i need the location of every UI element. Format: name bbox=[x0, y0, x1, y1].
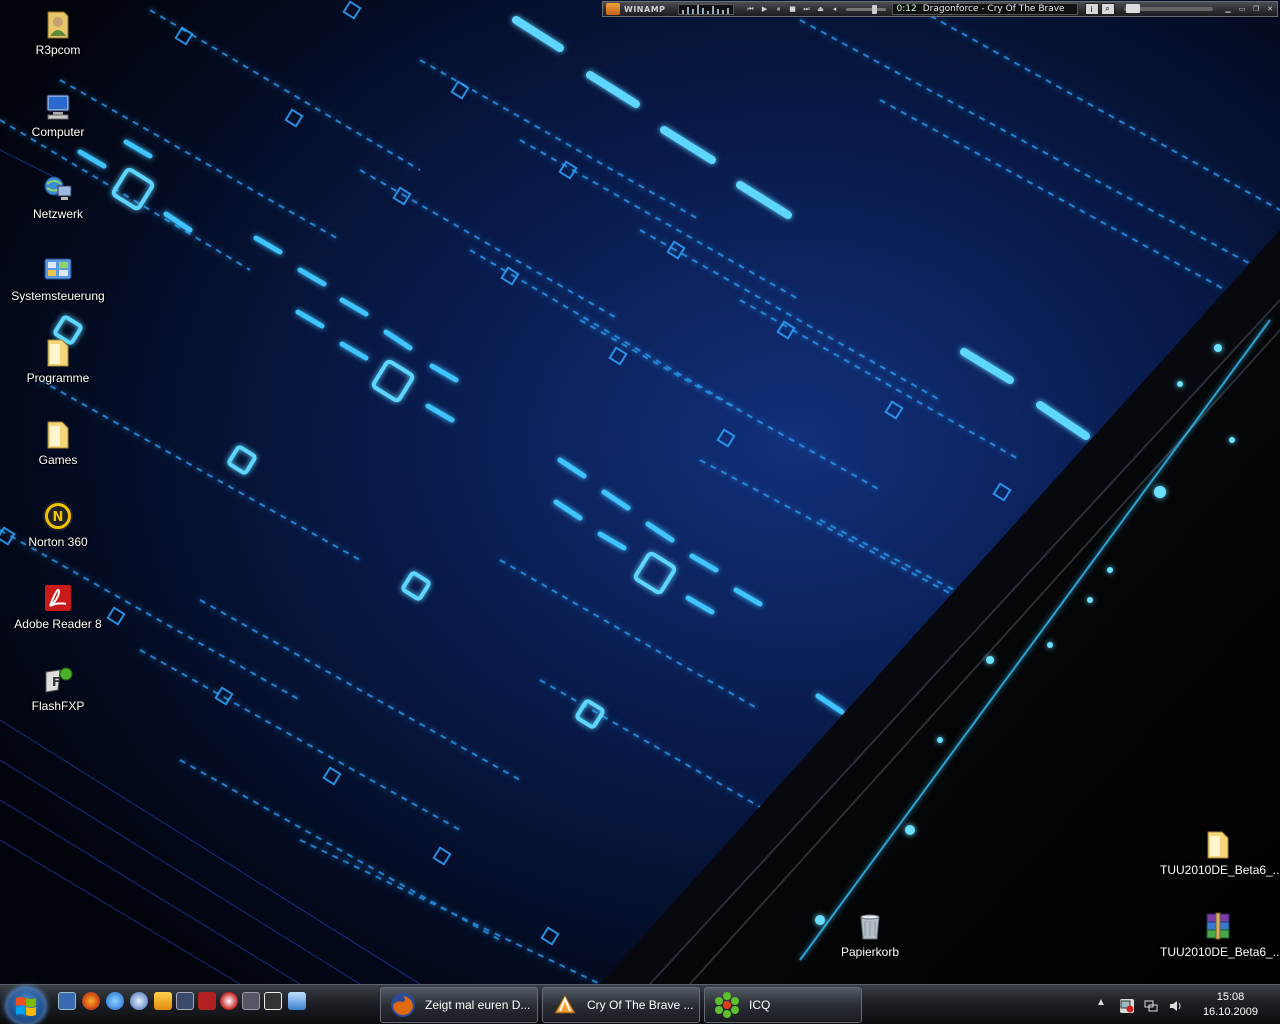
folder-icon bbox=[47, 421, 69, 449]
winamp-window[interactable]: WINAMP ⏮ ▶ ⏸ ■ ⏭ ⏏ ◂ 0:12 Dragonforce - … bbox=[602, 1, 1278, 17]
winamp-icon bbox=[554, 993, 576, 1014]
winrar-archive-icon bbox=[1206, 912, 1230, 940]
winamp-track-display: 0:12 Dragonforce - Cry Of The Brave bbox=[891, 3, 1078, 15]
shade-icon[interactable]: ▭ bbox=[1236, 4, 1248, 15]
winamp-title: WINAMP bbox=[624, 4, 666, 14]
windows-media-icon[interactable] bbox=[130, 992, 148, 1010]
eject-icon[interactable]: ⏏ bbox=[815, 4, 827, 15]
winamp-logo-icon bbox=[606, 3, 620, 15]
desktop-icon-control-panel[interactable]: Systemsteuerung bbox=[10, 254, 106, 303]
headphones-icon[interactable] bbox=[176, 992, 194, 1010]
folder-icon bbox=[1207, 831, 1229, 859]
task-label: ICQ bbox=[749, 998, 771, 1012]
user-folder-icon bbox=[47, 11, 69, 39]
track-time: 0:12 bbox=[896, 4, 917, 14]
restore-icon[interactable]: ❐ bbox=[1250, 4, 1262, 15]
pen-tool-icon[interactable] bbox=[242, 992, 260, 1010]
paint-icon[interactable] bbox=[288, 992, 306, 1010]
recycle-bin-icon bbox=[860, 914, 880, 940]
flashfxp-icon: F bbox=[45, 667, 73, 693]
taskbar: Zeigt mal euren D... Cry Of The Brave ..… bbox=[0, 984, 1280, 1024]
desktop-icon-tuu2010-folder[interactable]: TUU2010DE_Beta6_... bbox=[1160, 828, 1280, 877]
desktop-icon-r3pcom[interactable]: R3pcom bbox=[10, 8, 106, 57]
winamp-visualizer[interactable] bbox=[677, 3, 734, 15]
seek-bar[interactable] bbox=[1123, 4, 1213, 13]
desktop-icon-norton-360[interactable]: N Norton 360 bbox=[10, 500, 106, 549]
task-label: Cry Of The Brave ... bbox=[587, 998, 694, 1012]
volume-icon[interactable] bbox=[1168, 999, 1182, 1013]
clock-time: 15:08 bbox=[1216, 991, 1245, 1003]
next-icon[interactable]: ⏭ bbox=[801, 4, 813, 15]
pause-icon[interactable]: ⏸ bbox=[773, 4, 785, 15]
volume-icon: ◂ bbox=[832, 5, 837, 13]
show-desktop-icon[interactable] bbox=[58, 992, 76, 1010]
desktop-icon-programme[interactable]: Programme bbox=[10, 336, 106, 385]
desktop-icon-games[interactable]: Games bbox=[10, 418, 106, 467]
network-icon bbox=[44, 176, 72, 200]
network-status-icon[interactable] bbox=[1144, 999, 1158, 1013]
t-tool-icon[interactable] bbox=[264, 992, 282, 1010]
task-button-icq[interactable]: ICQ bbox=[704, 987, 862, 1023]
winamp-search-button[interactable]: ⌕ bbox=[1100, 3, 1115, 15]
icq-icon bbox=[715, 992, 739, 1018]
system-tray: ▲ 15:08 16.10.2009 bbox=[1090, 985, 1280, 1024]
tool-icon[interactable] bbox=[198, 992, 216, 1010]
play-icon[interactable]: ▶ bbox=[759, 4, 771, 15]
task-button-winamp[interactable]: Cry Of The Brave ... bbox=[542, 987, 700, 1023]
svg-text:N: N bbox=[53, 510, 64, 525]
desktop-icon-recycle-bin[interactable]: Papierkorb bbox=[822, 910, 918, 959]
network-error-icon[interactable] bbox=[1120, 999, 1134, 1013]
track-title: Dragonforce - Cry Of The Brave bbox=[922, 4, 1065, 14]
desktop-wallpaper bbox=[0, 0, 1280, 984]
previous-icon[interactable]: ⏮ bbox=[745, 4, 757, 15]
desktop-icon-computer[interactable]: Computer bbox=[10, 90, 106, 139]
internet-explorer-icon[interactable] bbox=[106, 992, 124, 1010]
stop-icon[interactable]: ■ bbox=[787, 4, 799, 15]
desktop-icon-adobe-reader[interactable]: Adobe Reader 8 bbox=[10, 582, 106, 631]
winamp-quicklaunch-icon[interactable] bbox=[154, 992, 172, 1010]
control-panel-icon bbox=[44, 258, 72, 280]
desktop-icon-flashfxp[interactable]: F FlashFXP bbox=[10, 664, 106, 713]
desktop-icon-tuu2010-archive[interactable]: TUU2010DE_Beta6_... bbox=[1160, 910, 1280, 959]
folder-icon bbox=[47, 339, 69, 367]
svg-text:F: F bbox=[52, 675, 60, 689]
computer-icon bbox=[46, 94, 70, 120]
clock[interactable]: 15:08 16.10.2009 bbox=[1203, 990, 1258, 1020]
daemon-tools-icon[interactable] bbox=[220, 992, 238, 1010]
close-icon[interactable]: ✕ bbox=[1264, 4, 1276, 15]
firefox-icon[interactable] bbox=[82, 992, 100, 1010]
windows-logo-icon bbox=[16, 997, 36, 1016]
show-hidden-icons-icon[interactable]: ▲ bbox=[1096, 997, 1110, 1011]
volume-slider[interactable] bbox=[845, 4, 886, 14]
task-button-firefox[interactable]: Zeigt mal euren D... bbox=[380, 987, 538, 1023]
adobe-reader-icon bbox=[45, 585, 71, 611]
minimize-icon[interactable]: ▁ bbox=[1222, 4, 1234, 15]
clock-date: 16.10.2009 bbox=[1202, 1006, 1258, 1018]
start-button[interactable] bbox=[6, 987, 46, 1024]
task-label: Zeigt mal euren D... bbox=[425, 998, 531, 1012]
winamp-info-button[interactable]: i bbox=[1084, 3, 1099, 15]
desktop-icon-network[interactable]: Netzwerk bbox=[10, 172, 106, 221]
norton-icon: N bbox=[43, 501, 73, 531]
firefox-icon bbox=[391, 993, 415, 1017]
